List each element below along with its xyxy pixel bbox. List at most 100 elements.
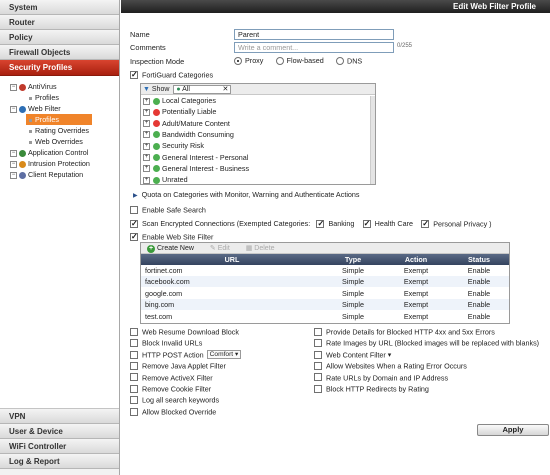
table-cell: Enable [467, 300, 491, 310]
option-checkbox[interactable] [314, 362, 322, 371]
radio-flow-based-label: Flow-based [286, 56, 324, 66]
category-expand-icon[interactable]: + [143, 165, 150, 173]
category-expand-icon[interactable]: + [143, 108, 150, 116]
option-checkbox[interactable] [130, 339, 138, 348]
table-row[interactable]: google.com Simple Exempt Enable [141, 288, 509, 299]
tree-item[interactable]: − Web Filter [10, 103, 118, 114]
option-label: Log all search keywords [142, 395, 220, 405]
name-input[interactable]: Parent [234, 29, 394, 40]
col-type[interactable]: Type [323, 254, 383, 265]
category-row[interactable]: + Security Risk [141, 140, 204, 151]
option-checkbox[interactable] [130, 373, 138, 382]
delete-button[interactable]: ▦ Delete [246, 245, 275, 252]
tree-expander-icon[interactable]: − [10, 171, 17, 179]
show-select-value: All [182, 85, 190, 93]
scan-encrypted-checkbox[interactable]: ✓ [130, 219, 138, 228]
option-row: Block Invalid URLs [130, 338, 202, 348]
option-checkbox[interactable] [130, 327, 138, 336]
table-row[interactable]: test.com Simple Exempt Enable [141, 311, 509, 322]
fortiguard-checkbox[interactable]: ✓ [130, 70, 138, 79]
category-expand-icon[interactable]: + [143, 131, 150, 139]
categories-scrollbar[interactable] [370, 96, 375, 184]
nav-vpn[interactable]: VPN [0, 409, 119, 424]
radio-dns[interactable] [336, 56, 344, 65]
category-row[interactable]: + Bandwidth Consuming [141, 129, 234, 140]
nav-policy[interactable]: Policy [0, 30, 119, 45]
category-row[interactable]: + Unrated [141, 174, 188, 185]
option-checkbox[interactable] [130, 396, 138, 405]
tree-item[interactable]: − Intrusion Protection [10, 158, 118, 169]
safe-search-checkbox[interactable] [130, 205, 138, 214]
exempt-health-care-label: Health Care [374, 219, 414, 229]
category-row[interactable]: + General Interest - Personal [141, 152, 248, 163]
quota-row[interactable]: ▶ Quota on Categories with Monitor, Warni… [133, 190, 360, 199]
category-row[interactable]: + Local Categories [141, 95, 216, 106]
nav-wifi-controller[interactable]: WiFi Controller [0, 439, 119, 454]
category-expand-icon[interactable]: + [143, 176, 150, 184]
col-url[interactable]: URL [141, 254, 323, 265]
tree-item[interactable]: Profiles [26, 92, 92, 103]
radio-proxy[interactable] [234, 56, 242, 65]
nav-log-report[interactable]: Log & Report [0, 454, 119, 469]
option-checkbox[interactable] [130, 384, 138, 393]
tree-item[interactable]: Profiles [26, 114, 92, 125]
nav-firewall-objects[interactable]: Firewall Objects [0, 45, 119, 60]
tree-item[interactable]: − Application Control [10, 147, 118, 158]
edit-button[interactable]: ✎ Edit [210, 245, 232, 252]
option-checkbox[interactable] [314, 384, 322, 393]
url-table-header: URL Type Action Status [141, 254, 509, 265]
nav-security-profiles[interactable]: Security Profiles [0, 60, 119, 76]
option-checkbox[interactable] [130, 350, 138, 359]
option-checkbox[interactable] [314, 373, 322, 382]
comments-input[interactable]: Write a comment... [234, 42, 394, 53]
show-select[interactable]: ● All ✕ [173, 84, 232, 94]
site-filter-checkbox[interactable]: ✓ [130, 232, 138, 241]
option-checkbox[interactable] [130, 362, 138, 371]
tree-expander-icon[interactable]: − [10, 105, 17, 113]
tree-item[interactable]: Rating Overrides [26, 125, 92, 136]
edit-icon: ✎ [209, 245, 216, 252]
category-expand-icon[interactable]: + [143, 120, 150, 128]
clear-icon[interactable]: ✕ [222, 86, 228, 94]
option-row: Web Resume Download Block [130, 327, 239, 336]
category-expand-icon[interactable]: + [143, 97, 150, 105]
exempt-health-care-checkbox[interactable]: ✓ [362, 219, 371, 228]
post-action-select[interactable]: Comfort ▾ [206, 350, 242, 360]
nav-system[interactable]: System [0, 0, 119, 15]
category-expand-icon[interactable]: + [143, 154, 150, 162]
option-checkbox[interactable] [314, 339, 322, 348]
table-row[interactable]: bing.com Simple Exempt Enable [141, 299, 509, 311]
radio-proxy-label: Proxy [245, 56, 264, 66]
option-checkbox[interactable] [314, 327, 322, 336]
create-new-button[interactable]: + Create New [147, 245, 196, 253]
radio-flow-based[interactable] [275, 56, 284, 65]
tree-item[interactable]: − Client Reputation [10, 169, 118, 180]
exempt-personal-privacy-checkbox[interactable]: ✓ [421, 219, 430, 228]
chevron-down-icon[interactable]: ▾ [386, 352, 392, 359]
nav-user-device[interactable]: User & Device [0, 424, 119, 439]
tree-expander-icon[interactable]: − [10, 149, 17, 157]
nav-router[interactable]: Router [0, 15, 119, 30]
exempt-banking-checkbox[interactable]: ✓ [316, 219, 325, 228]
category-row[interactable]: + General Interest - Business [141, 163, 249, 174]
category-row[interactable]: + Potentially Liable [141, 106, 216, 117]
option-label: Remove Cookie Filter [142, 384, 212, 394]
tree-expander-icon[interactable]: − [10, 83, 17, 91]
apply-button[interactable]: Apply [477, 424, 549, 436]
option-checkbox[interactable] [130, 407, 138, 416]
category-action-icon [153, 108, 160, 116]
table-cell: Exempt [403, 311, 429, 321]
category-row[interactable]: + Adult/Mature Content [141, 118, 230, 129]
option-row: Rate Images by URL (Blocked images will … [314, 338, 539, 348]
col-status[interactable]: Status [449, 254, 509, 265]
option-checkbox[interactable] [314, 350, 322, 359]
col-action[interactable]: Action [383, 254, 449, 265]
category-action-icon [153, 142, 160, 150]
tree-item[interactable]: Web Overrides [26, 136, 92, 147]
tree-item[interactable]: − AntiVirus [10, 81, 118, 92]
category-label: Adult/Mature Content [162, 118, 230, 128]
category-expand-icon[interactable]: + [143, 142, 150, 150]
tree-expander-icon[interactable]: − [10, 160, 17, 168]
table-row[interactable]: facebook.com Simple Exempt Enable [141, 276, 509, 288]
table-row[interactable]: fortinet.com Simple Exempt Enable [141, 265, 509, 276]
